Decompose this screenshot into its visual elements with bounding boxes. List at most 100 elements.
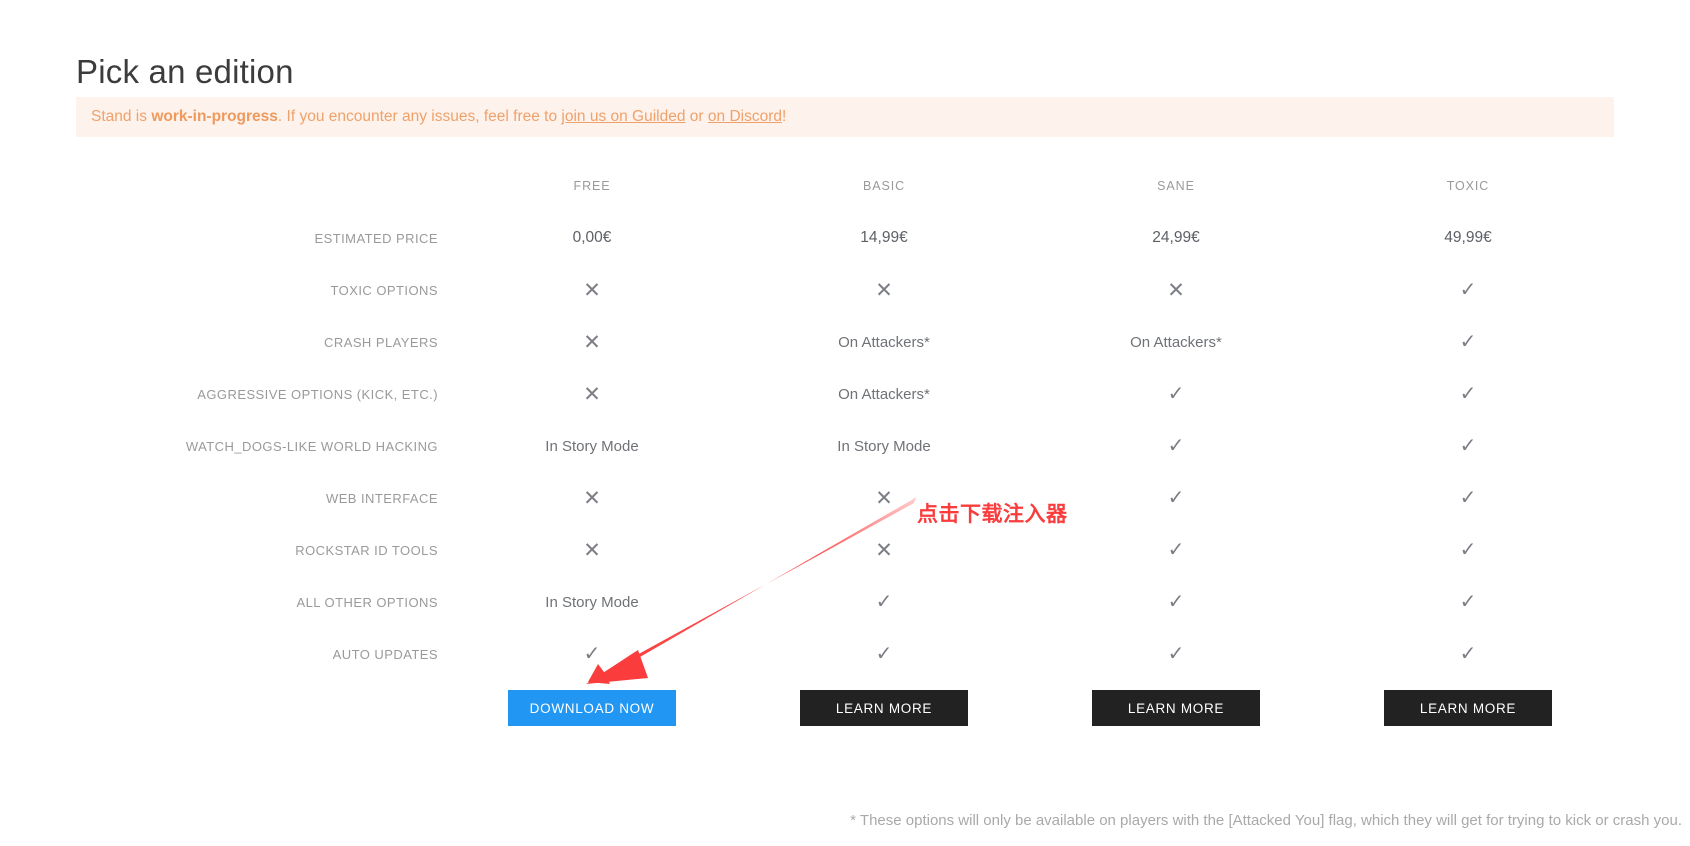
learn-more-button-sane[interactable]: LEARN MORE [1092,690,1260,726]
cross-icon: ✕ [583,278,601,302]
cross-icon: ✕ [875,486,893,510]
column-header-free: FREE [573,179,611,193]
cell-web-interface-sane: ✓ [1030,488,1322,508]
banner-prefix: Stand is [91,108,152,126]
cross-icon: ✕ [1167,278,1185,302]
download-now-button[interactable]: DOWNLOAD NOW [508,690,676,726]
check-icon: ✓ [1459,331,1477,353]
cell-all-other-options-free: In Story Mode [545,593,639,611]
check-icon: ✓ [1459,279,1477,301]
work-in-progress-banner: Stand is work-in-progress. If you encoun… [76,97,1614,137]
cross-icon: ✕ [583,330,601,354]
cross-icon: ✕ [583,486,601,510]
table-row: WEB INTERFACE ✕ ✕ ✓ ✓ [76,472,1614,524]
cell-aggressive-options-free: ✕ [446,384,738,405]
cell-estimated-price-sane: 24,99€ [1152,229,1200,246]
cell-web-interface-free: ✕ [446,488,738,509]
action-cell-free: DOWNLOAD NOW [446,690,738,726]
cell-auto-updates-basic: ✓ [738,644,1030,664]
check-icon: ✓ [875,643,893,665]
action-cell-basic: LEARN MORE [738,690,1030,726]
cell-toxic-options-basic: ✕ [738,280,1030,301]
column-header-toxic: TOXIC [1446,179,1490,193]
cell-world-hacking-basic: In Story Mode [837,437,931,455]
cell-toxic-options-sane: ✕ [1030,280,1322,301]
column-header-basic: BASIC [862,179,905,193]
check-icon: ✓ [875,591,893,613]
table-row: TOXIC OPTIONS ✕ ✕ ✕ ✓ [76,264,1614,316]
cell-toxic-options-free: ✕ [446,280,738,301]
annotation-label: 点击下载注入器 [917,502,1068,526]
column-header-sane: SANE [1157,179,1195,193]
cell-toxic-options-toxic: ✓ [1322,280,1614,300]
cell-rockstar-id-tools-basic: ✕ [738,540,1030,561]
guilded-link[interactable]: join us on Guilded [561,108,685,125]
table-row: AGGRESSIVE OPTIONS (KICK, ETC.) ✕ On Att… [76,368,1614,420]
check-icon: ✓ [1459,435,1477,457]
cell-aggressive-options-sane: ✓ [1030,384,1322,404]
learn-more-button-basic[interactable]: LEARN MORE [800,690,968,726]
edition-actions-row: DOWNLOAD NOW LEARN MORE LEARN MORE LEARN… [76,690,1614,726]
cell-estimated-price-free: 0,00€ [572,229,612,246]
check-icon: ✓ [1459,487,1477,509]
check-icon: ✓ [583,643,601,665]
check-icon: ✓ [1167,539,1185,561]
cell-web-interface-toxic: ✓ [1322,488,1614,508]
edition-comparison-table: FREE BASIC SANE TOXIC ESTIMATED PRICE 0,… [76,160,1614,680]
cell-world-hacking-free: In Story Mode [545,437,639,455]
page-title: Pick an edition [76,53,294,91]
row-label-rockstar-id-tools: ROCKSTAR ID TOOLS [295,542,438,558]
cell-crash-players-free: ✕ [446,332,738,353]
discord-link[interactable]: on Discord [708,108,782,125]
cell-estimated-price-toxic: 49,99€ [1444,229,1492,246]
banner-middle: . If you encounter any issues, feel free… [277,108,562,126]
check-icon: ✓ [1167,591,1185,613]
edition-picker-page: Pick an edition Stand is work-in-progres… [0,0,1690,846]
check-icon: ✓ [1459,643,1477,665]
row-label-world-hacking: WATCH_DOGS-LIKE WORLD HACKING [185,438,438,454]
table-row: CRASH PLAYERS ✕ On Attackers* On Attacke… [76,316,1614,368]
table-header-row: FREE BASIC SANE TOXIC [76,160,1614,212]
cell-crash-players-basic: On Attackers* [838,333,930,351]
table-row: ALL OTHER OPTIONS In Story Mode ✓ ✓ ✓ [76,576,1614,628]
table-row: ROCKSTAR ID TOOLS ✕ ✕ ✓ ✓ [76,524,1614,576]
cell-aggressive-options-basic: On Attackers* [838,385,930,403]
check-icon: ✓ [1167,487,1185,509]
cell-world-hacking-toxic: ✓ [1322,436,1614,456]
check-icon: ✓ [1459,539,1477,561]
banner-text: Stand is work-in-progress. If you encoun… [91,109,786,125]
cell-all-other-options-basic: ✓ [738,592,1030,612]
cell-auto-updates-sane: ✓ [1030,644,1322,664]
cell-crash-players-sane: On Attackers* [1130,333,1222,351]
cell-crash-players-toxic: ✓ [1322,332,1614,352]
cell-estimated-price-basic: 14,99€ [860,229,908,246]
cross-icon: ✕ [875,538,893,562]
check-icon: ✓ [1167,383,1185,405]
row-label-crash-players: CRASH PLAYERS [324,334,438,350]
cell-auto-updates-toxic: ✓ [1322,644,1614,664]
cross-icon: ✕ [583,538,601,562]
table-row: AUTO UPDATES ✓ ✓ ✓ ✓ [76,628,1614,680]
footnote-text: * These options will only be available o… [850,812,1682,829]
cell-world-hacking-sane: ✓ [1030,436,1322,456]
row-label-estimated-price: ESTIMATED PRICE [314,230,438,246]
row-label-aggressive-options: AGGRESSIVE OPTIONS (KICK, ETC.) [197,386,438,402]
learn-more-button-toxic[interactable]: LEARN MORE [1384,690,1552,726]
row-label-toxic-options: TOXIC OPTIONS [330,282,438,298]
cell-all-other-options-sane: ✓ [1030,592,1322,612]
check-icon: ✓ [1167,643,1185,665]
row-label-web-interface: WEB INTERFACE [325,490,438,506]
cell-aggressive-options-toxic: ✓ [1322,384,1614,404]
cross-icon: ✕ [583,382,601,406]
cross-icon: ✕ [875,278,893,302]
check-icon: ✓ [1167,435,1185,457]
table-row: WATCH_DOGS-LIKE WORLD HACKING In Story M… [76,420,1614,472]
action-cell-sane: LEARN MORE [1030,690,1322,726]
row-label-all-other-options: ALL OTHER OPTIONS [296,594,438,610]
check-icon: ✓ [1459,591,1477,613]
row-label-auto-updates: AUTO UPDATES [332,646,438,662]
banner-conjunction: or [685,108,708,126]
cell-rockstar-id-tools-sane: ✓ [1030,540,1322,560]
check-icon: ✓ [1459,383,1477,405]
table-row: ESTIMATED PRICE 0,00€ 14,99€ 24,99€ 49,9… [76,212,1614,264]
